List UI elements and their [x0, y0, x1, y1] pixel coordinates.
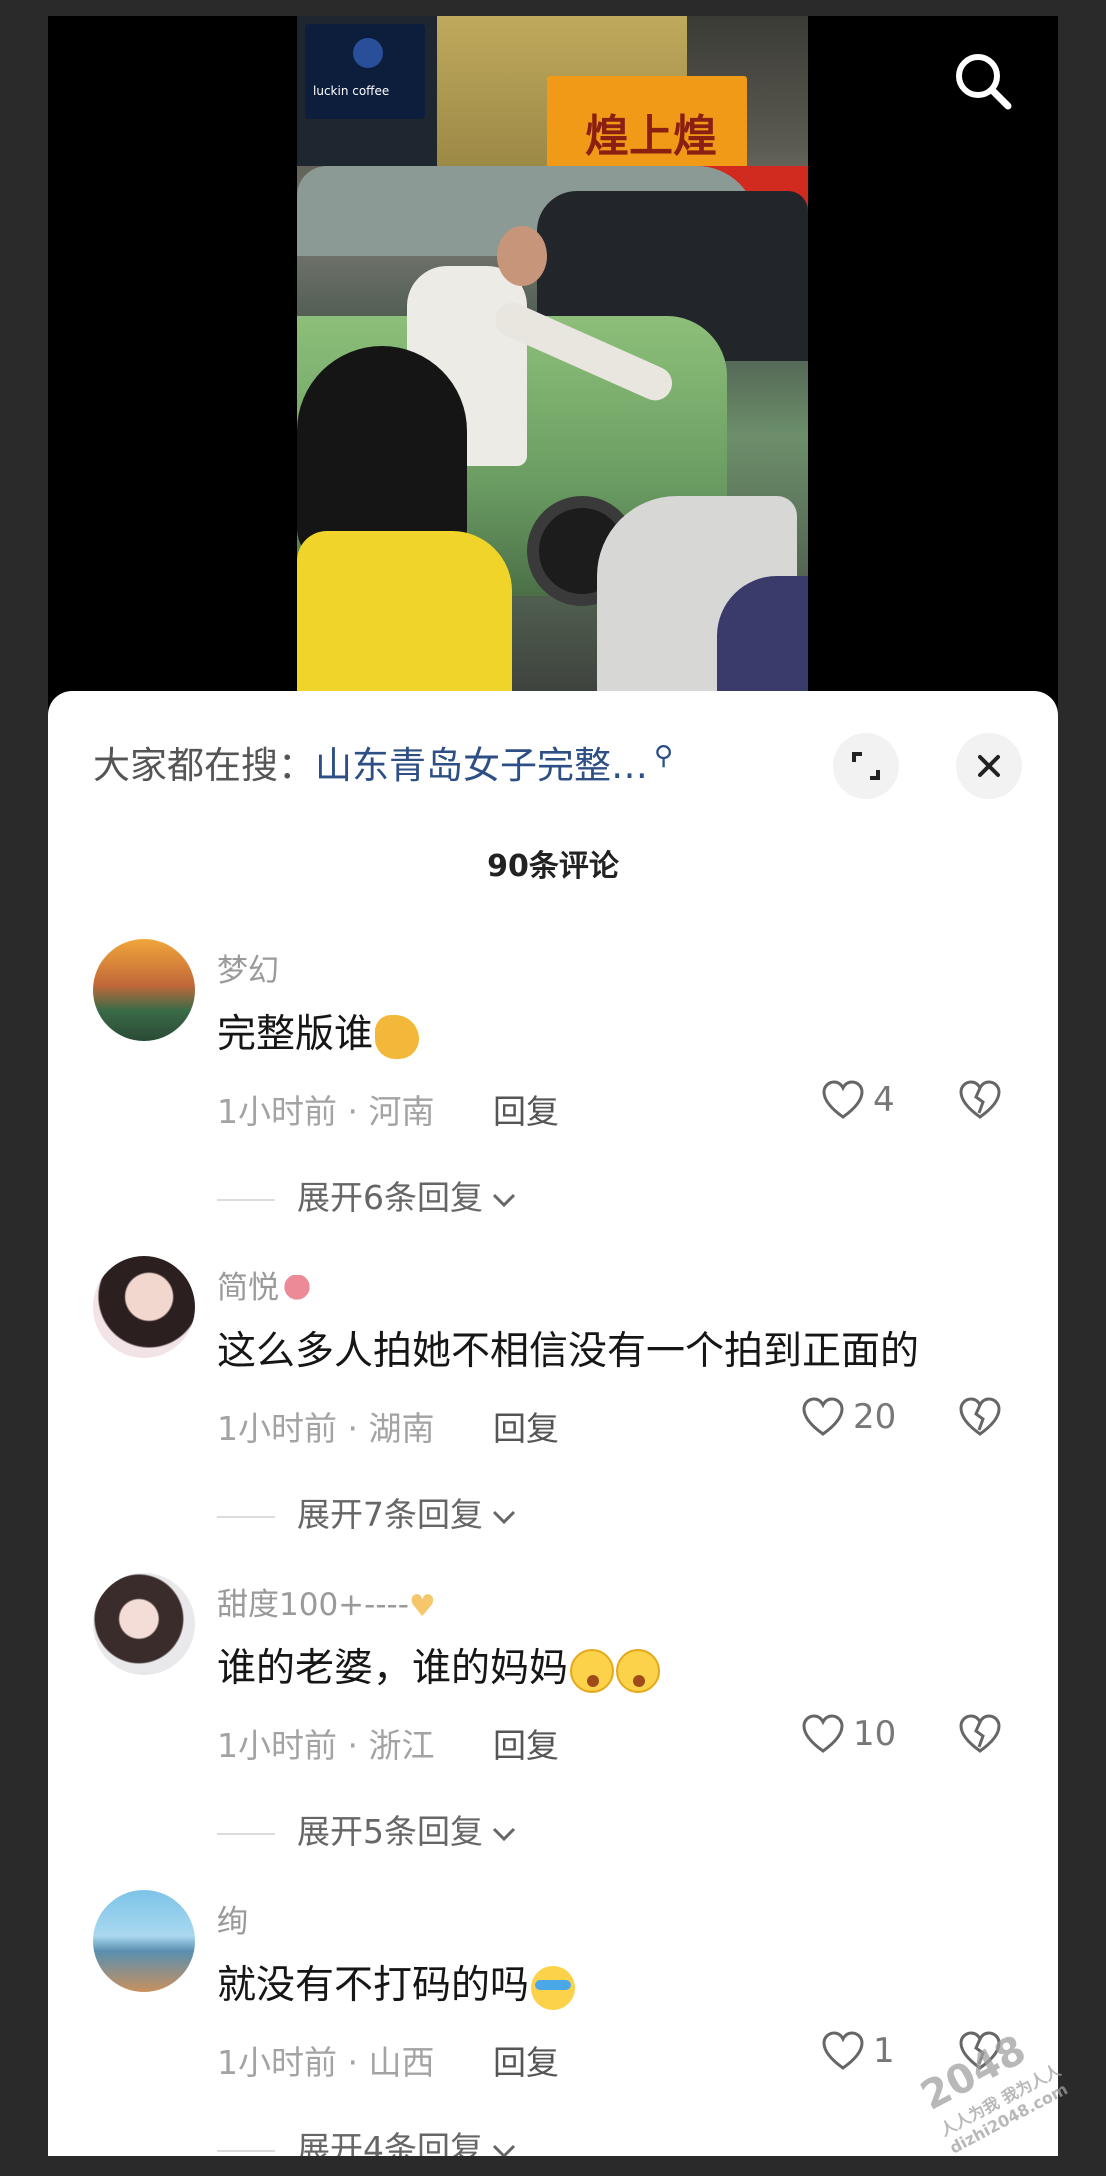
- trending-search[interactable]: 大家都在搜：山东青岛女子完整… ⚲: [93, 736, 673, 796]
- spectator-yellow-shirt: [297, 531, 512, 716]
- dislike-button[interactable]: [958, 2030, 1006, 2078]
- expand-replies-link[interactable]: 展开5条回复: [217, 1805, 517, 1853]
- shop-sign-text: 煌上煌: [585, 111, 717, 162]
- chevron-down-icon: [492, 2144, 516, 2156]
- divider-dash: [217, 2149, 275, 2152]
- comment-meta: 1小时前 · 湖南: [217, 1409, 435, 1448]
- comment-content: 就没有不打码的吗: [217, 1954, 576, 2010]
- expand-replies-link[interactable]: 展开7条回复: [217, 1488, 517, 1536]
- close-button[interactable]: [956, 733, 1022, 799]
- dislike-button[interactable]: [958, 1396, 1006, 1444]
- dislike-button[interactable]: [958, 1079, 1006, 1127]
- like-count: 4: [873, 1080, 895, 1120]
- comment-item: 简悦 这么多人拍她不相信没有一个拍到正面的 1小时前 · 湖南 回复 20 展开…: [48, 1256, 1058, 1576]
- expand-replies-link[interactable]: 展开6条回复: [217, 1171, 517, 1219]
- video-player[interactable]: luckin coffee 煌上煌: [48, 16, 1058, 716]
- broken-heart-icon: [959, 1714, 1001, 1753]
- shocked-emoji-icon: [616, 1648, 661, 1693]
- man-head: [497, 226, 547, 286]
- reply-button[interactable]: 回复: [493, 1402, 559, 1450]
- heart-icon: [802, 1714, 844, 1753]
- comment-content: 完整版谁: [217, 1003, 420, 1059]
- like-count: 10: [853, 1714, 897, 1754]
- close-icon: [978, 755, 1000, 777]
- avatar[interactable]: [93, 939, 195, 1041]
- trending-search-label: 大家都在搜：: [93, 744, 315, 787]
- expand-icon: [852, 752, 880, 780]
- like-button[interactable]: 1: [821, 2030, 895, 2078]
- comment-item: 梦幻 完整版谁 1小时前 · 河南 回复 4 展开6条回复: [48, 939, 1058, 1259]
- comment-username[interactable]: 梦幻: [217, 945, 279, 990]
- coffee-sign-text: luckin coffee: [313, 84, 390, 98]
- heart-icon: [802, 1397, 844, 1436]
- like-count: 1: [873, 2031, 895, 2071]
- reply-button[interactable]: 回复: [493, 2036, 559, 2084]
- like-button[interactable]: 10: [801, 1713, 896, 1761]
- divider-dash: [217, 1198, 275, 1201]
- comment-sheet: 大家都在搜：山东青岛女子完整… ⚲ 90条评论 梦幻 完整版谁 1小时前 · 河南…: [48, 691, 1058, 2156]
- hand-emoji-icon: [375, 1014, 420, 1059]
- like-button[interactable]: 4: [821, 1079, 895, 1127]
- phone-screen: luckin coffee 煌上煌 大家都在搜：山东青岛女子完整… ⚲ 90条评…: [48, 16, 1058, 2156]
- comment-item: 甜度100+----♥ 谁的老婆，谁的妈妈 1小时前 · 浙江 回复 10 展开…: [48, 1573, 1058, 1893]
- expand-button[interactable]: [833, 733, 899, 799]
- divider-dash: [217, 1515, 275, 1518]
- heart-icon: [822, 1080, 864, 1119]
- comment-content: 谁的老婆，谁的妈妈: [217, 1637, 661, 1693]
- search-small-icon: ⚲: [654, 741, 674, 771]
- search-icon[interactable]: [948, 46, 1018, 116]
- broken-heart-icon: [959, 1080, 1001, 1119]
- chevron-down-icon: [492, 1193, 516, 1207]
- avatar[interactable]: [93, 1890, 195, 1992]
- reply-button[interactable]: 回复: [493, 1085, 559, 1133]
- rose-emoji-icon: [283, 1274, 311, 1305]
- avatar[interactable]: [93, 1256, 195, 1358]
- broken-heart-icon: [959, 2031, 1001, 2070]
- coffee-shop-sign: luckin coffee: [305, 24, 425, 119]
- video-frame[interactable]: luckin coffee 煌上煌: [297, 16, 808, 716]
- coffee-logo: [353, 38, 383, 68]
- chevron-down-icon: [492, 1510, 516, 1524]
- like-count: 20: [853, 1397, 897, 1437]
- yellow-heart-icon: ♥: [408, 1589, 436, 1624]
- comment-meta: 1小时前 · 山西: [217, 2043, 435, 2082]
- comment-username[interactable]: 绚: [217, 1896, 248, 1941]
- shocked-emoji-icon: [570, 1648, 615, 1693]
- dislike-button[interactable]: [958, 1713, 1006, 1761]
- heart-icon: [822, 2031, 864, 2070]
- broken-heart-icon: [959, 1397, 1001, 1436]
- trending-search-link[interactable]: 山东青岛女子完整…: [315, 744, 648, 787]
- comment-count-title: 90条评论: [487, 849, 619, 884]
- avatar[interactable]: [93, 1573, 195, 1675]
- comment-meta: 1小时前 · 河南: [217, 1092, 435, 1131]
- crying-emoji-icon: [531, 1965, 576, 2010]
- chevron-down-icon: [492, 1827, 516, 1841]
- comment-item: 绚 就没有不打码的吗 1小时前 · 山西 回复 1 展开4条回复: [48, 1890, 1058, 2156]
- divider-dash: [217, 1832, 275, 1835]
- comment-meta: 1小时前 · 浙江: [217, 1726, 435, 1765]
- expand-replies-link[interactable]: 展开4条回复: [217, 2122, 517, 2156]
- reply-button[interactable]: 回复: [493, 1719, 559, 1767]
- like-button[interactable]: 20: [801, 1396, 896, 1444]
- comment-username[interactable]: 简悦: [217, 1262, 311, 1307]
- comment-content: 这么多人拍她不相信没有一个拍到正面的: [217, 1329, 920, 1374]
- comment-username[interactable]: 甜度100+----♥: [217, 1579, 436, 1624]
- building-left: luckin coffee: [297, 16, 437, 166]
